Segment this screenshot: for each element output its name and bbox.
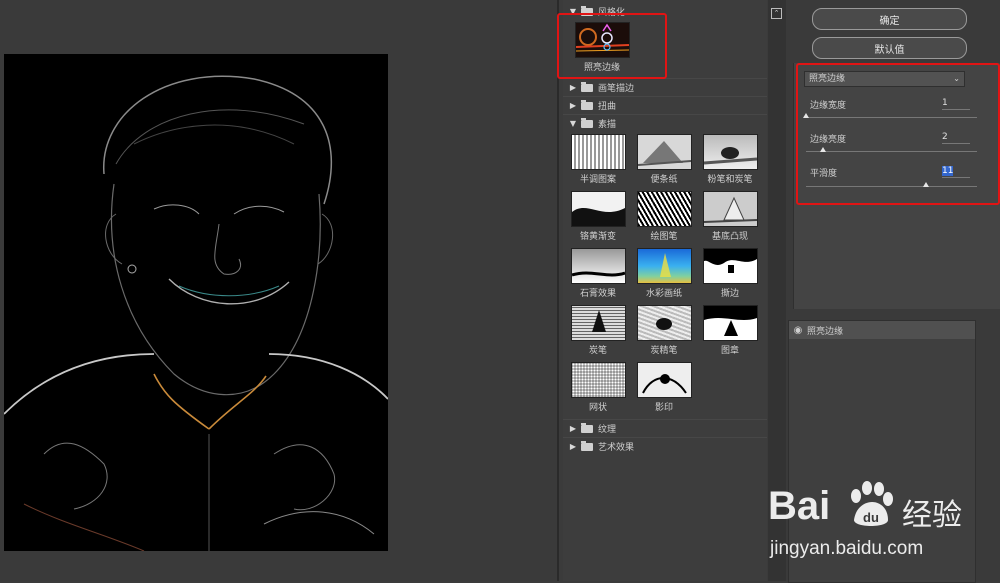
filter-thumbnail — [637, 134, 692, 170]
filter-label: 影印 — [654, 403, 673, 413]
svg-text:du: du — [863, 510, 879, 525]
watermark-brand-right: 经验 — [902, 498, 962, 533]
filter-thumb-charcoal[interactable]: 炭笔 — [565, 305, 631, 363]
filter-thumb-reticulation[interactable]: 网状 — [565, 362, 631, 420]
filter-label: 便条纸 — [650, 175, 678, 185]
filter-label: 撕边 — [720, 289, 739, 299]
category-label: 纹理 — [598, 425, 617, 435]
filter-thumb-chrome[interactable]: 铬黄渐变 — [565, 191, 631, 249]
category-distort[interactable]: ▶ 扭曲 — [563, 96, 767, 114]
filter-label: 图章 — [720, 346, 739, 356]
filter-thumb-stamp[interactable]: 图章 — [697, 305, 763, 363]
highlight-box-filter — [557, 13, 667, 79]
default-button[interactable]: 默认值 — [812, 37, 967, 59]
filter-label: 粉笔和炭笔 — [707, 175, 753, 185]
category-label: 画笔描边 — [598, 84, 635, 94]
baidu-jingyan-watermark: Bai du 经验 jingyan.baidu.com — [764, 470, 1000, 581]
filter-thumbnail — [571, 305, 626, 341]
collapsed-arrow-icon: ▶ — [569, 101, 577, 110]
folder-icon — [581, 81, 593, 92]
folder-icon — [581, 440, 593, 451]
preview-canvas[interactable] — [4, 54, 388, 551]
category-brush-strokes[interactable]: ▶ 画笔描边 — [563, 78, 767, 96]
filter-thumb-photocopy[interactable]: 影印 — [631, 362, 697, 420]
preview-area — [0, 0, 557, 581]
filter-gallery: ▼ 风格化 照亮边缘 ▶ 画笔描边 ▶ 扭曲 ▼ 素描 半调图案 便条纸 粉笔和… — [563, 0, 767, 581]
filter-label: 网状 — [588, 403, 607, 413]
filter-thumbnail — [703, 248, 758, 284]
collapsed-arrow-icon: ▶ — [569, 424, 577, 433]
watermark-brand-left: Bai — [768, 484, 831, 528]
filter-thumbnail — [637, 362, 692, 398]
ok-button[interactable]: 确定 — [812, 8, 967, 30]
filter-label: 炭笔 — [588, 346, 607, 356]
filter-label: 炭精笔 — [650, 346, 678, 356]
category-label: 扭曲 — [598, 102, 617, 112]
folder-icon — [581, 117, 593, 128]
filter-thumb-bas-relief[interactable]: 基底凸现 — [697, 191, 763, 249]
category-texture[interactable]: ▶ 纹理 — [563, 419, 767, 437]
filter-thumbnail — [571, 362, 626, 398]
effect-layer-label: 照亮边缘 — [807, 326, 844, 337]
filter-label: 半调图案 — [579, 175, 616, 185]
effect-layer-row[interactable]: ◉ 照亮边缘 — [789, 321, 975, 339]
filter-thumbnail — [703, 191, 758, 227]
filter-label: 绘图笔 — [650, 232, 678, 242]
filter-thumbnail — [571, 248, 626, 284]
filter-label: 石膏效果 — [579, 289, 616, 299]
filter-thumb-halftone[interactable]: 半调图案 — [565, 134, 631, 192]
collapse-panel-icon[interactable]: ⌃ — [771, 8, 782, 19]
filter-thumb-chalk-charcoal[interactable]: 粉笔和炭笔 — [697, 134, 763, 192]
filter-thumbnail — [571, 134, 626, 170]
filter-label: 铬黄渐变 — [579, 232, 616, 242]
filter-label: 水彩画纸 — [645, 289, 682, 299]
filter-thumb-note-paper[interactable]: 便条纸 — [631, 134, 697, 192]
filter-thumb-torn-edges[interactable]: 撕边 — [697, 248, 763, 306]
folder-icon — [581, 99, 593, 110]
filter-thumb-graphic-pen[interactable]: 绘图笔 — [631, 191, 697, 249]
category-label: 素描 — [598, 120, 617, 130]
filter-thumb-conte-crayon[interactable]: 炭精笔 — [631, 305, 697, 363]
filter-thumb-plaster[interactable]: 石膏效果 — [565, 248, 631, 306]
eye-icon[interactable]: ◉ — [789, 325, 807, 336]
category-sketch[interactable]: ▼ 素描 — [563, 114, 767, 132]
expand-arrow-icon: ▼ — [569, 119, 577, 128]
collapsed-arrow-icon: ▶ — [569, 83, 577, 92]
highlight-box-settings — [796, 63, 1000, 205]
panel-divider[interactable] — [557, 0, 559, 581]
filter-thumbnail — [571, 191, 626, 227]
category-artistic[interactable]: ▶ 艺术效果 — [563, 437, 767, 455]
glowing-edges-portrait-image — [4, 54, 388, 551]
filter-thumbnail — [637, 305, 692, 341]
watermark-url: jingyan.baidu.com — [770, 538, 924, 559]
folder-icon — [581, 422, 593, 433]
filter-thumbnail — [637, 248, 692, 284]
filter-thumbnail — [703, 134, 758, 170]
paw-logo-icon: du — [844, 480, 896, 530]
filter-label: 基底凸现 — [711, 232, 748, 242]
filter-thumbnail — [703, 305, 758, 341]
filter-thumb-water-paper[interactable]: 水彩画纸 — [631, 248, 697, 306]
category-label: 艺术效果 — [598, 443, 635, 453]
filter-thumbnail — [637, 191, 692, 227]
collapsed-arrow-icon: ▶ — [569, 442, 577, 451]
